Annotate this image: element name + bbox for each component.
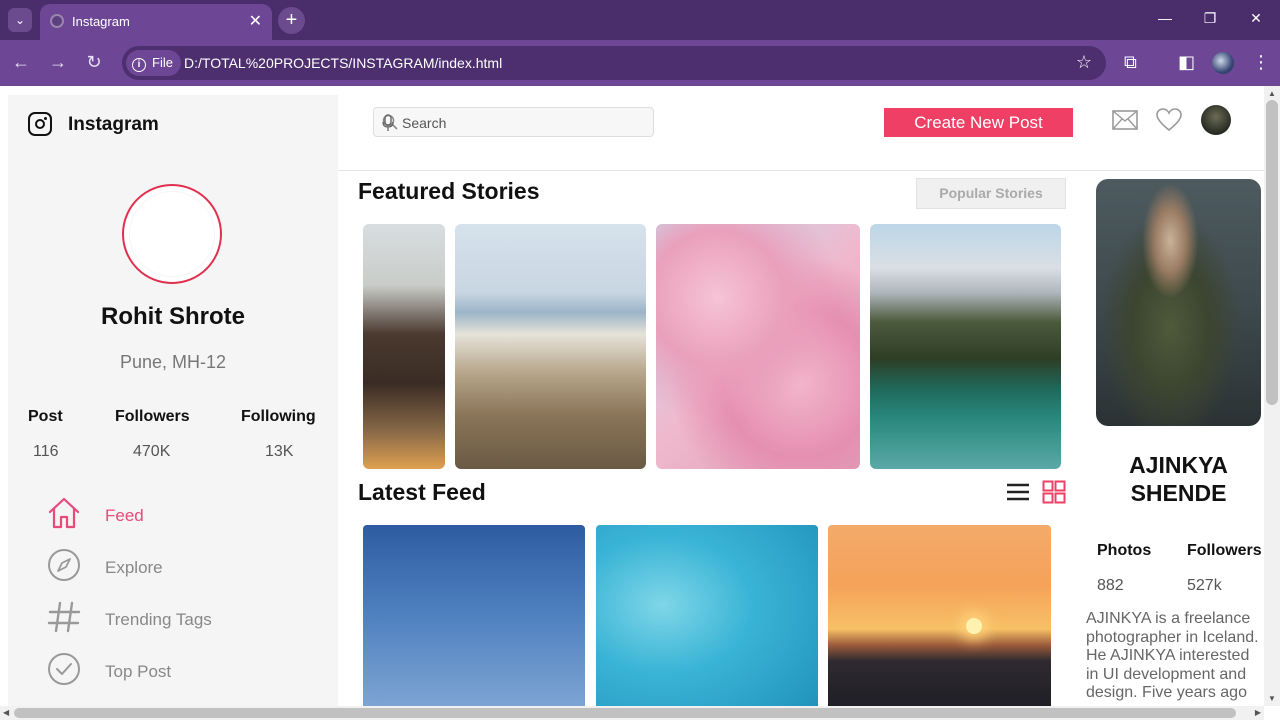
latest-feed-title: Latest Feed [358, 479, 486, 505]
stat-followers-value: 470K [133, 443, 171, 460]
feed-post[interactable] [596, 525, 818, 720]
popular-stories-button[interactable]: Popular Stories [916, 178, 1066, 209]
top-bar: Create New Post [338, 86, 1264, 171]
restore-icon[interactable]: ❐ [1200, 10, 1220, 27]
window-close-icon[interactable]: ✕ [1246, 10, 1266, 27]
horizontal-scroll-thumb[interactable] [14, 708, 1236, 718]
story-card[interactable] [656, 224, 860, 469]
stat-following-label: Following [241, 408, 316, 425]
photos-label: Photos [1097, 542, 1152, 559]
forward-icon[interactable]: → [47, 52, 69, 73]
microphone-icon[interactable] [382, 114, 394, 132]
browser-toolbar: ← → ↻ i File D:/TOTAL%20PROJECTS/INSTAGRA… [0, 40, 1280, 86]
search-input[interactable] [402, 113, 632, 133]
featured-stories-title: Featured Stories [358, 178, 540, 204]
compass-icon [48, 549, 80, 581]
featured-person-photo[interactable] [1096, 179, 1261, 426]
profile-name: Rohit Shrote [101, 303, 245, 330]
nav-label-trending-tags: Trending Tags [105, 610, 212, 629]
globe-icon [50, 14, 64, 28]
sunset-image-detail [966, 618, 982, 634]
tab-title: Instagram [72, 14, 130, 29]
stat-following-value: 13K [265, 443, 294, 460]
grid-view-icon[interactable] [1042, 480, 1066, 504]
more-menu-icon[interactable]: ⋮ [1252, 52, 1270, 73]
vertical-scroll-thumb[interactable] [1266, 100, 1278, 405]
site-info-chip[interactable]: i File [126, 50, 181, 76]
mail-icon[interactable] [1112, 110, 1138, 130]
featured-person-name: AJINKYA SHENDE [1129, 452, 1228, 506]
story-card[interactable] [455, 224, 646, 469]
search-box[interactable] [373, 107, 654, 137]
instagram-logo-icon[interactable] [28, 112, 52, 136]
page: Instagram Rohit Shrote Pune, MH-12 Post … [0, 86, 1280, 720]
stat-post-label: Post [28, 408, 63, 425]
tab-search-button[interactable]: ⌄ [8, 8, 32, 32]
create-new-post-button[interactable]: Create New Post [884, 108, 1073, 137]
story-card[interactable] [870, 224, 1061, 469]
info-icon: i [132, 58, 146, 72]
scroll-down-icon[interactable]: ▼ [1268, 694, 1276, 703]
followers-value: 527k [1187, 577, 1222, 594]
profile-location: Pune, MH-12 [119, 352, 227, 372]
profile-avatar[interactable] [122, 184, 222, 284]
url-text[interactable]: D:/TOTAL%20PROJECTS/INSTAGRAM/index.html [184, 55, 502, 71]
side-panel-icon[interactable]: ◧ [1178, 52, 1195, 73]
stat-post-value: 116 [33, 443, 59, 460]
check-circle-icon [48, 653, 80, 685]
browser-tab-strip: ⌄ Instagram ✕ + — ❐ ✕ [0, 0, 1280, 40]
nav-label-top-post: Top Post [105, 662, 172, 681]
home-icon [48, 497, 80, 529]
scroll-up-icon[interactable]: ▲ [1268, 89, 1276, 98]
new-tab-button[interactable]: + [278, 7, 305, 34]
photos-value: 882 [1097, 577, 1124, 594]
close-icon[interactable]: ✕ [249, 11, 262, 31]
horizontal-scrollbar[interactable]: ◀ ▶ [0, 706, 1264, 720]
feed-post[interactable] [828, 525, 1051, 720]
scroll-right-icon[interactable]: ▶ [1255, 708, 1261, 717]
vertical-scrollbar[interactable]: ▲ ▼ [1264, 86, 1280, 706]
heart-icon[interactable] [1156, 108, 1182, 132]
hashtag-icon [47, 601, 81, 633]
nav-label-feed: Feed [105, 506, 144, 525]
minimize-icon[interactable]: — [1155, 10, 1175, 26]
feed-post[interactable] [363, 525, 585, 720]
followers-label: Followers [1187, 542, 1262, 559]
user-avatar[interactable] [1201, 105, 1231, 135]
site-info-label: File [152, 55, 173, 70]
browser-profile-avatar[interactable] [1212, 52, 1234, 74]
left-sidebar: Instagram Rohit Shrote Pune, MH-12 Post … [8, 95, 338, 720]
address-bar[interactable]: i File D:/TOTAL%20PROJECTS/INSTAGRAM/inde… [122, 46, 1106, 80]
extensions-icon[interactable]: ⧉ [1124, 52, 1137, 73]
person-bio: AJINKYA is a freelance photographer in I… [1086, 610, 1259, 701]
nav-label-explore: Explore [105, 558, 163, 577]
back-icon[interactable]: ← [10, 52, 32, 73]
stat-followers-label: Followers [115, 408, 190, 425]
list-view-icon[interactable] [1006, 482, 1030, 502]
reload-icon[interactable]: ↻ [83, 52, 105, 73]
brand-name[interactable]: Instagram [68, 114, 159, 136]
browser-tab[interactable]: Instagram ✕ [40, 4, 272, 40]
scroll-left-icon[interactable]: ◀ [3, 708, 9, 717]
star-icon[interactable]: ☆ [1076, 52, 1092, 73]
story-card[interactable] [363, 224, 445, 469]
